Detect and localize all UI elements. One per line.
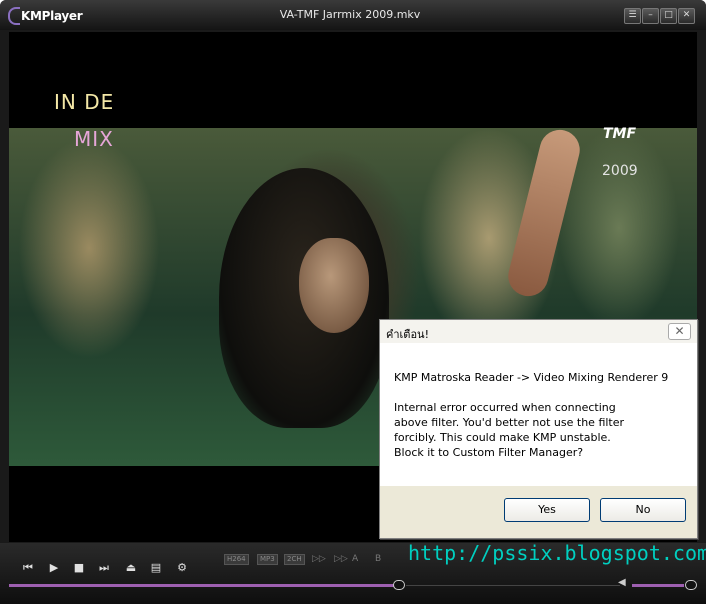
next-icon[interactable]: ⏭	[95, 559, 113, 577]
dialog-close-icon[interactable]: ✕	[668, 323, 691, 340]
maximize-icon[interactable]: □	[660, 8, 677, 24]
overlay-mix: MIX	[74, 127, 114, 151]
ab-repeat-b[interactable]: B	[375, 554, 381, 564]
stop-icon[interactable]: ■	[70, 559, 88, 577]
seek-bar-track[interactable]	[406, 585, 620, 586]
eject-icon[interactable]: ⏏	[122, 559, 140, 577]
overlay-year: 2009	[602, 163, 638, 179]
video-arm	[504, 125, 584, 301]
dialog-message-line: forcibly. This could make KMP unstable.	[394, 431, 611, 444]
dialog-message-line: above filter. You'd better not use the f…	[394, 416, 625, 429]
title-bar[interactable]: KMPlayer VA-TMF Jarrmix 2009.mkv ☰ – □ ✕	[0, 0, 706, 30]
logo-mark-icon	[8, 6, 20, 25]
control-bar: ⏮ ▶ ■ ⏭ ⏏ ▤ ⚙ H264 MP3 2CH ▷▷ ▷▷ A B htt…	[0, 541, 706, 604]
dialog-body: KMP Matroska Reader -> Video Mixing Rend…	[380, 343, 697, 486]
codec-audio-badge: MP3	[257, 554, 278, 565]
menu-icon[interactable]: ☰	[624, 8, 641, 24]
prev-icon[interactable]: ⏮	[19, 559, 37, 577]
volume-handle[interactable]	[685, 580, 697, 590]
dialog-message-line: Block it to Custom Filter Manager?	[394, 446, 584, 459]
overlay-in-de: IN DE	[54, 90, 115, 114]
watermark: http://pssix.blogspot.com	[408, 541, 706, 565]
no-button[interactable]: No	[600, 498, 686, 522]
fast-forward-icon[interactable]: ▷▷	[334, 554, 348, 564]
overlay-channel-logo: TMF	[603, 126, 637, 142]
playlist-icon[interactable]: ▤	[147, 559, 165, 577]
seek-bar-fill[interactable]	[9, 584, 396, 587]
play-icon[interactable]: ▶	[45, 559, 63, 577]
close-icon[interactable]: ✕	[678, 8, 695, 24]
warning-dialog: คำเตือน! ✕ KMP Matroska Reader -> Video …	[379, 319, 698, 539]
yes-button[interactable]: Yes	[504, 498, 590, 522]
volume-icon[interactable]: ◀	[618, 577, 626, 588]
ab-repeat-a[interactable]: A	[352, 554, 358, 564]
window-title: VA-TMF Jarrmix 2009.mkv	[279, 8, 421, 21]
frame-step-icon[interactable]: ▷▷	[312, 554, 326, 564]
volume-bar[interactable]	[632, 584, 684, 587]
video-face	[299, 238, 369, 333]
dialog-filter-line: KMP Matroska Reader -> Video Mixing Rend…	[394, 371, 669, 384]
minimize-icon[interactable]: –	[642, 8, 659, 24]
channels-badge: 2CH	[284, 554, 305, 565]
dialog-title-bar[interactable]: คำเตือน! ✕	[380, 320, 697, 343]
settings-icon[interactable]: ⚙	[173, 559, 191, 577]
codec-video-badge: H264	[224, 554, 249, 565]
seek-bar-handle[interactable]	[393, 580, 405, 590]
dialog-message-line: Internal error occurred when connecting	[394, 401, 616, 414]
app-name: KMPlayer	[21, 8, 83, 23]
dialog-title: คำเตือน!	[386, 328, 429, 341]
app-logo[interactable]: KMPlayer	[8, 6, 83, 25]
